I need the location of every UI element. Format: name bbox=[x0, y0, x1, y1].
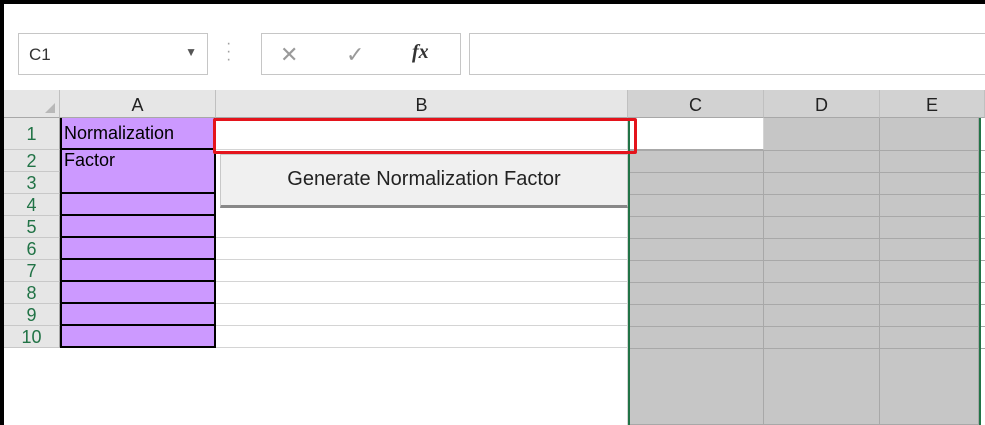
row-header-5[interactable]: 5 bbox=[4, 216, 60, 238]
name-box[interactable]: C1 ▼ bbox=[18, 33, 208, 75]
gray-gridlines bbox=[630, 150, 985, 349]
close-icon[interactable]: ✕ bbox=[280, 42, 298, 68]
cell-a1[interactable]: Normalization bbox=[60, 118, 216, 150]
selection-border-left bbox=[628, 118, 630, 425]
cell-b9[interactable] bbox=[216, 304, 628, 326]
select-all-corner[interactable] bbox=[4, 90, 60, 118]
row-header-9[interactable]: 9 bbox=[4, 304, 60, 326]
drag-handle-icon[interactable]: · · · bbox=[226, 36, 231, 68]
formula-buttons: ✕ ✓ fx bbox=[261, 33, 461, 75]
row-header-4[interactable]: 4 bbox=[4, 194, 60, 216]
cell-b-rest[interactable] bbox=[216, 348, 628, 425]
column-header-e[interactable]: E bbox=[880, 90, 985, 118]
row-header-6[interactable]: 6 bbox=[4, 238, 60, 260]
selection-border-right bbox=[979, 118, 981, 425]
cell-b10[interactable] bbox=[216, 326, 628, 348]
cell-a2[interactable]: Factor bbox=[60, 150, 216, 194]
chevron-down-icon[interactable]: ▼ bbox=[185, 45, 197, 59]
cell-a10[interactable] bbox=[60, 326, 216, 348]
cell-b7[interactable] bbox=[216, 260, 628, 282]
row-header-2[interactable]: 2 bbox=[4, 150, 60, 172]
column-header-d[interactable]: D bbox=[764, 90, 880, 118]
row-header-7[interactable]: 7 bbox=[4, 260, 60, 282]
cell-b1[interactable] bbox=[216, 118, 628, 150]
excel-window: C1 ▼ · · · ✕ ✓ fx A B C D E 1 2 3 4 5 6 7 … bbox=[0, 0, 985, 425]
cell-a5[interactable] bbox=[60, 216, 216, 238]
cell-a9[interactable] bbox=[60, 304, 216, 326]
row-header-8[interactable]: 8 bbox=[4, 282, 60, 304]
function-label: fx bbox=[412, 41, 429, 63]
generate-normalization-factor-button[interactable]: Generate Normalization Factor bbox=[220, 154, 628, 208]
row-header-10[interactable]: 10 bbox=[4, 326, 60, 348]
cell-b5[interactable] bbox=[216, 208, 628, 238]
cell-a6[interactable] bbox=[60, 238, 216, 260]
column-header-a[interactable]: A bbox=[60, 90, 216, 118]
cell-b8[interactable] bbox=[216, 282, 628, 304]
worksheet-grid: A B C D E 1 2 3 4 5 6 7 8 9 10 Normaliza… bbox=[4, 90, 985, 425]
column-header-c[interactable]: C bbox=[628, 90, 764, 118]
row-header-1[interactable]: 1 bbox=[4, 118, 60, 150]
select-all-icon bbox=[45, 103, 55, 113]
check-icon[interactable]: ✓ bbox=[346, 42, 364, 68]
cell-a8[interactable] bbox=[60, 282, 216, 304]
cell-a7[interactable] bbox=[60, 260, 216, 282]
cell-a4[interactable] bbox=[60, 194, 216, 216]
name-box-value: C1 bbox=[29, 45, 51, 64]
formula-input[interactable] bbox=[469, 33, 985, 75]
row-header-3[interactable]: 3 bbox=[4, 172, 60, 194]
column-header-b[interactable]: B bbox=[216, 90, 628, 118]
formula-bar-area: C1 ▼ · · · ✕ ✓ fx bbox=[4, 4, 985, 90]
insert-function-icon[interactable]: fx bbox=[412, 41, 429, 64]
cell-b6[interactable] bbox=[216, 238, 628, 260]
